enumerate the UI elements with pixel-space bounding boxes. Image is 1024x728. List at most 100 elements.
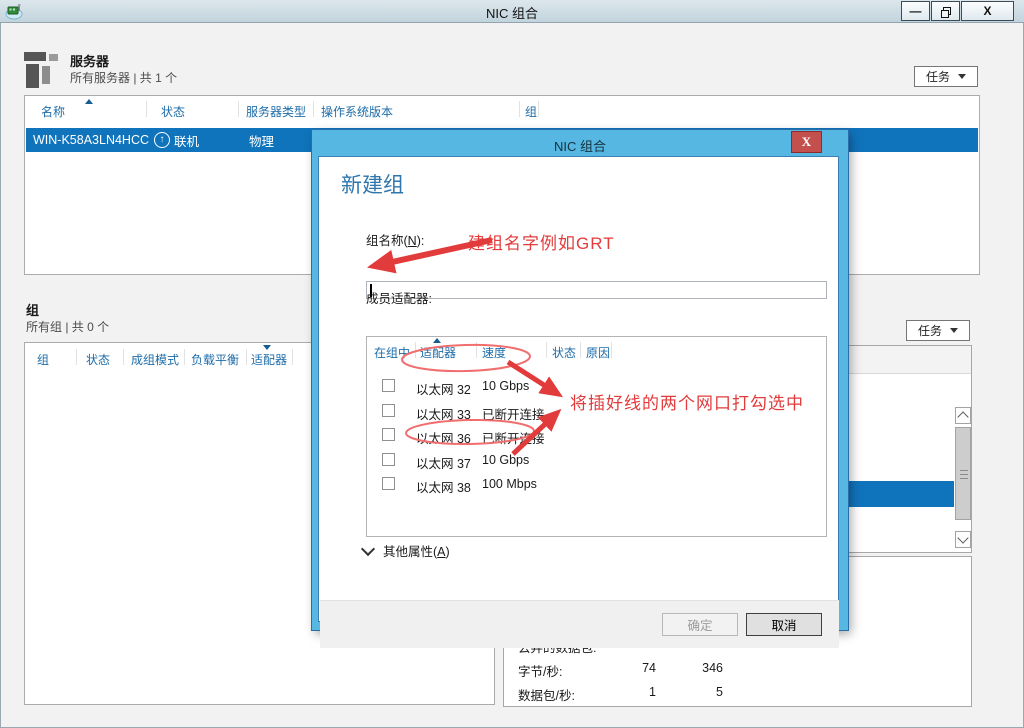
column-divider: [146, 101, 147, 117]
stat-value: 346: [661, 661, 723, 675]
servers-col-team[interactable]: 组: [525, 103, 537, 120]
adapter-speed: 已断开连接: [482, 428, 545, 447]
minimize-button[interactable]: —: [901, 1, 930, 21]
column-divider: [580, 342, 581, 358]
stat-value: 1: [591, 685, 656, 699]
adapter-row[interactable]: 以太网 32 10 Gbps: [367, 377, 826, 401]
adapters-col-speed[interactable]: 速度: [482, 344, 506, 361]
teams-col-status[interactable]: 状态: [86, 351, 110, 368]
restore-button[interactable]: [931, 1, 960, 21]
teams-col-team[interactable]: 组: [37, 351, 49, 368]
scrollbar-thumb[interactable]: [955, 427, 971, 520]
teams-section-title: 组: [26, 300, 39, 319]
adapter-speed: 10 Gbps: [482, 379, 529, 393]
servers-col-name[interactable]: 名称: [41, 103, 65, 120]
cancel-button[interactable]: 取消: [746, 613, 822, 636]
member-adapters-label: 成员适配器:: [366, 288, 432, 307]
adapters-col-adapter[interactable]: 适配器: [420, 344, 456, 361]
server-name: WIN-K58A3LN4HCC: [33, 133, 149, 147]
window-titlebar: NIC 组合 — X: [0, 0, 1024, 23]
additional-properties-expander[interactable]: 其他属性(A): [363, 541, 450, 560]
member-adapters-table: 在组中 适配器 速度 状态 原因 以太网 32 10 Gbps 以太: [366, 336, 827, 537]
grip-icon: [960, 478, 968, 479]
column-divider: [546, 342, 547, 358]
stat-value: 74: [591, 661, 656, 675]
sort-ascending-icon: [433, 338, 441, 343]
adapter-row[interactable]: 以太网 37 10 Gbps: [367, 451, 826, 475]
stat-label: 数据包/秒:: [518, 689, 575, 703]
servers-section-title: 服务器: [70, 51, 109, 70]
adapter-row[interactable]: 以太网 33 已断开连接: [367, 402, 826, 426]
sort-ascending-icon: [85, 99, 93, 104]
new-team-dialog: NIC 组合 X 新建组 组名称(N): 成员适配器: 在组中 适配器 速度 状…: [312, 130, 848, 630]
dialog-content: 新建组 组名称(N): 成员适配器: 在组中 适配器 速度 状态 原因: [318, 156, 839, 622]
column-divider: [238, 101, 239, 117]
servers-col-status[interactable]: 状态: [161, 103, 185, 120]
adapter-checkbox[interactable]: [382, 453, 395, 466]
teams-tasks-button[interactable]: 任务: [906, 320, 970, 341]
sort-descending-icon: [263, 345, 271, 350]
scroll-up-button[interactable]: [955, 407, 971, 424]
column-divider: [538, 101, 539, 117]
teams-tasks-label: 任务: [918, 322, 942, 339]
stat-label: 字节/秒:: [518, 665, 562, 679]
teams-col-mode[interactable]: 成组模式: [131, 351, 179, 368]
servers-tasks-label: 任务: [926, 68, 950, 85]
adapter-speed: 100 Mbps: [482, 477, 537, 491]
dialog-heading: 新建组: [341, 169, 404, 199]
column-divider: [246, 349, 247, 365]
ok-button[interactable]: 确定: [662, 613, 738, 636]
grip-icon: [960, 470, 968, 471]
adapter-name: 以太网 38: [416, 477, 471, 496]
minimize-icon: —: [910, 4, 922, 18]
dropdown-caret-icon: [958, 74, 966, 79]
restore-icon: [941, 7, 950, 16]
close-icon: X: [983, 4, 991, 18]
dialog-close-button[interactable]: X: [791, 131, 822, 153]
status-up-icon: ↑: [154, 132, 170, 148]
chevron-down-icon: [957, 532, 968, 543]
adapter-checkbox[interactable]: [382, 404, 395, 417]
grip-icon: [960, 474, 968, 475]
column-divider: [476, 342, 477, 358]
scroll-down-button[interactable]: [955, 531, 971, 548]
team-name-input[interactable]: [366, 281, 827, 299]
server-type: 物理: [249, 131, 274, 150]
column-divider: [415, 342, 416, 358]
team-name-label: 组名称(N):: [366, 230, 424, 249]
adapter-speed: 已断开连接: [482, 404, 545, 423]
chevron-up-icon: [957, 411, 968, 422]
adapters-col-reason[interactable]: 原因: [586, 344, 610, 361]
teams-section-subtitle: 所有组 | 共 0 个: [26, 318, 109, 335]
adapter-checkbox[interactable]: [382, 477, 395, 490]
column-divider: [123, 349, 124, 365]
servers-section-subtitle: 所有服务器 | 共 1 个: [70, 69, 177, 86]
adapters-col-status[interactable]: 状态: [552, 344, 576, 361]
adapter-checkbox[interactable]: [382, 428, 395, 441]
chevron-down-icon: [361, 542, 375, 556]
servers-col-type[interactable]: 服务器类型: [246, 103, 306, 120]
column-divider: [292, 349, 293, 365]
servers-col-os[interactable]: 操作系统版本: [321, 103, 393, 120]
column-divider: [611, 342, 612, 358]
dropdown-caret-icon: [950, 328, 958, 333]
adapter-row[interactable]: 以太网 38 100 Mbps: [367, 475, 826, 499]
adapter-row[interactable]: 以太网 36 已断开连接: [367, 426, 826, 450]
adapter-checkbox[interactable]: [382, 379, 395, 392]
dialog-footer: 确定 取消: [320, 600, 839, 648]
teams-col-adapter[interactable]: 适配器: [251, 351, 287, 368]
close-button[interactable]: X: [961, 1, 1014, 21]
teams-col-balance[interactable]: 负载平衡: [191, 351, 239, 368]
adapters-col-member[interactable]: 在组中: [374, 344, 410, 361]
nic-teaming-window: NIC 组合 — X 服务器 所有服务器 | 共 1 个 任务 名称 状态 服务…: [0, 0, 1024, 728]
window-title: NIC 组合: [0, 3, 1024, 22]
adapter-speed: 10 Gbps: [482, 453, 529, 467]
column-divider: [519, 101, 520, 117]
additional-properties-label: 其他属性(A): [383, 541, 450, 560]
adapter-name: 以太网 36: [416, 428, 471, 447]
server-status: 联机: [174, 131, 199, 150]
servers-tasks-button[interactable]: 任务: [914, 66, 978, 87]
adapter-name: 以太网 33: [416, 404, 471, 423]
adapter-name: 以太网 32: [416, 379, 471, 398]
stat-value: 5: [661, 685, 723, 699]
